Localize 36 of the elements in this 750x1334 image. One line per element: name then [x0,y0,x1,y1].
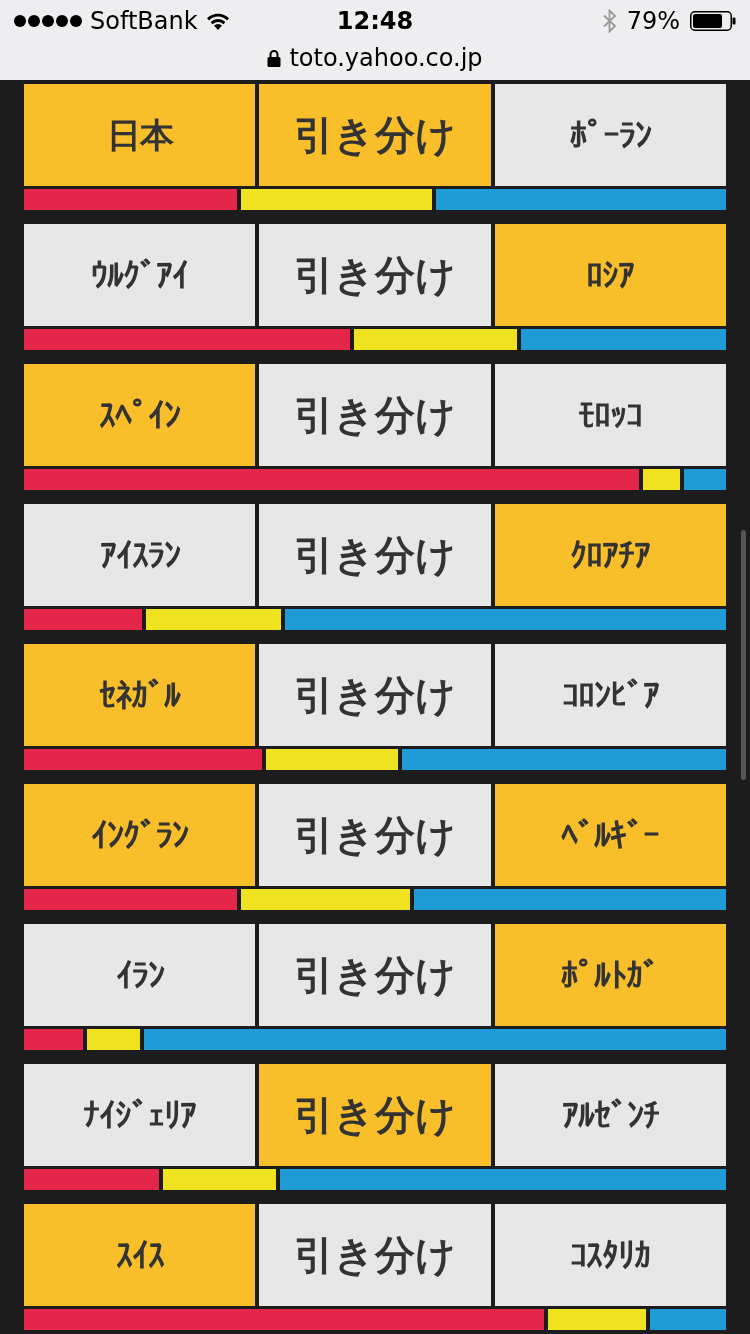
team-option-button[interactable]: ﾓﾛｯｺ [494,364,726,466]
draw-option-button[interactable]: 引き分け [259,504,491,606]
draw-option-button[interactable]: 引き分け [259,644,491,746]
clock-time: 12:48 [336,9,414,33]
signal-strength-icon [14,15,82,27]
battery-icon [690,11,736,31]
team-option-button[interactable]: ﾎﾟｰﾗﾝ [494,84,726,186]
team-option-button[interactable]: ｳﾙｸﾞｱｲ [24,224,256,326]
team-option-button[interactable]: ﾅｲｼﾞｪﾘｱ [24,1064,256,1166]
draw-option-button[interactable]: 引き分け [259,1204,491,1306]
team-option-button[interactable]: ｺｽﾀﾘｶ [494,1204,726,1306]
draw-option-button[interactable]: 引き分け [259,1064,491,1166]
team-option-button[interactable]: ﾛｼｱ [494,224,726,326]
battery-percentage: 79% [626,9,680,33]
team-option-button[interactable]: ｲﾗﾝ [24,924,256,1026]
draw-option-button[interactable]: 引き分け [259,224,491,326]
lock-icon [267,49,282,67]
team-option-button[interactable]: ｺﾛﾝﾋﾞｱ [494,644,726,746]
team-option-button[interactable]: 日本 [24,84,256,186]
team-option-button[interactable]: ｾﾈｶﾞﾙ [24,644,256,746]
team-option-button[interactable]: ｱｲｽﾗﾝ [24,504,256,606]
team-option-button[interactable]: ｲﾝｸﾞﾗﾝ [24,784,256,886]
team-option-button[interactable]: ｽﾍﾟｲﾝ [24,364,256,466]
team-option-button[interactable]: ｱﾙｾﾞﾝﾁ [494,1064,726,1166]
team-option-button[interactable]: ﾎﾟﾙﾄｶﾞ [494,924,726,1026]
bluetooth-icon [602,9,617,33]
wifi-icon [205,12,230,30]
carrier-name: SoftBank [90,9,198,33]
team-option-button[interactable]: ｽｲｽ [24,1204,256,1306]
draw-option-button[interactable]: 引き分け [259,84,491,186]
draw-option-button[interactable]: 引き分け [259,924,491,1026]
draw-option-button[interactable]: 引き分け [259,364,491,466]
url-text[interactable]: toto.yahoo.co.jp [289,46,483,70]
draw-option-button[interactable]: 引き分け [259,784,491,886]
team-option-button[interactable]: ﾍﾞﾙｷﾞｰ [494,784,726,886]
team-option-button[interactable]: ｸﾛｱﾁｱ [494,504,726,606]
